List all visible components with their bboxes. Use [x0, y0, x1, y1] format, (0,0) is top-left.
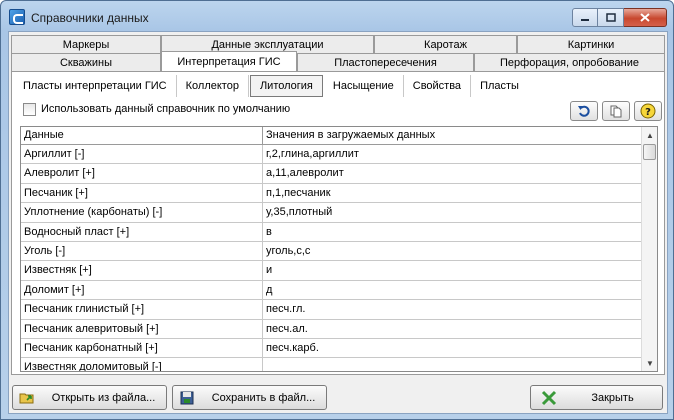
tab-markers[interactable]: Маркеры: [11, 35, 161, 53]
table-row[interactable]: Известняк доломитовый [-]: [21, 358, 642, 371]
table-row[interactable]: Алевролит [+] а,11,алевролит: [21, 164, 642, 184]
cell-data-name[interactable]: Песчаник [+]: [21, 183, 263, 203]
cell-loaded-values[interactable]: уголь,с,с: [263, 241, 642, 261]
copy-document-icon: [610, 105, 622, 118]
cell-loaded-values[interactable]: и: [263, 261, 642, 280]
cell-loaded-values[interactable]: п,1,песчаник: [263, 183, 642, 203]
copy-button[interactable]: [602, 101, 630, 121]
table-row[interactable]: Песчаник [+] п,1,песчаник: [21, 183, 642, 204]
dialog-client: Маркеры Данные эксплуатации Каротаж Карт…: [8, 31, 668, 414]
subtab-layers[interactable]: Пласты: [471, 75, 528, 97]
help-button[interactable]: ?: [634, 101, 662, 121]
tab-intersections[interactable]: Пластопересечения: [297, 53, 474, 71]
minimize-button[interactable]: [572, 8, 598, 27]
save-disk-icon: [180, 391, 194, 404]
scroll-thumb[interactable]: [643, 144, 656, 160]
cell-data-name[interactable]: Известняк доломитовый [-]: [21, 358, 263, 371]
subtab-strip: Пласты интерпретации ГИС Коллектор Литол…: [14, 75, 528, 97]
cell-data-name[interactable]: Алевролит [+]: [21, 164, 263, 183]
minimize-icon: [581, 18, 589, 21]
cell-loaded-values[interactable]: песч.карб.: [263, 338, 642, 358]
use-default-checkbox[interactable]: [23, 103, 36, 116]
tab-gis-interpretation[interactable]: Интерпретация ГИС: [161, 51, 297, 71]
undo-icon: [578, 105, 590, 117]
cell-data-name[interactable]: Известняк [+]: [21, 261, 263, 280]
main-tab-strip: Маркеры Данные эксплуатации Каротаж Карт…: [9, 32, 667, 72]
cell-data-name[interactable]: Уголь [-]: [21, 241, 263, 261]
cell-data-name[interactable]: Песчаник карбонатный [+]: [21, 338, 263, 358]
help-icon: ?: [640, 103, 656, 119]
close-window-button[interactable]: [624, 8, 667, 27]
tab-logging[interactable]: Каротаж: [374, 35, 517, 53]
undo-button[interactable]: [570, 101, 598, 121]
cell-loaded-values[interactable]: г,2,глина,аргиллит: [263, 145, 642, 164]
close-dialog-button[interactable]: Закрыть: [530, 385, 663, 410]
cell-loaded-values[interactable]: в: [263, 222, 642, 241]
maximize-button[interactable]: [598, 8, 624, 27]
subtab-saturation[interactable]: Насыщение: [323, 75, 404, 97]
column-header-data[interactable]: Данные: [21, 127, 263, 145]
save-to-file-button[interactable]: Сохранить в файл...: [172, 385, 327, 410]
table-row[interactable]: Доломит [+] д: [21, 280, 642, 301]
open-from-file-button[interactable]: Открыть из файла...: [12, 385, 167, 410]
table-row[interactable]: Известняк [+] и: [21, 261, 642, 281]
cell-loaded-values[interactable]: [263, 358, 642, 371]
subtab-collector[interactable]: Коллектор: [176, 75, 249, 97]
cell-data-name[interactable]: Аргиллит [-]: [21, 145, 263, 164]
cell-loaded-values[interactable]: а,11,алевролит: [263, 164, 642, 183]
maximize-icon: [605, 13, 616, 22]
scroll-down-arrow-icon[interactable]: ▼: [642, 355, 657, 371]
use-default-label: Использовать данный справочник по умолча…: [41, 103, 291, 115]
options-toolbar: Использовать данный справочник по умолча…: [14, 100, 662, 122]
tab-perforation[interactable]: Перфорация, опробование: [474, 53, 665, 71]
scroll-up-arrow-icon[interactable]: ▲: [642, 127, 657, 143]
cell-loaded-values[interactable]: песч.гл.: [263, 300, 642, 319]
cell-loaded-values[interactable]: у,35,плотный: [263, 203, 642, 222]
table-row[interactable]: Песчаник глинистый [+] песч.гл.: [21, 300, 642, 320]
table-row[interactable]: Аргиллит [-] г,2,глина,аргиллит: [21, 145, 642, 165]
app-window: Справочники данных Маркеры Данные эксплу…: [0, 0, 674, 420]
cell-loaded-values[interactable]: песч.ал.: [263, 319, 642, 338]
lithology-grid: Данные Значения в загружаемых данных Арг…: [20, 126, 658, 372]
cell-data-name[interactable]: Песчаник алевритовый [+]: [21, 319, 263, 338]
column-header-values[interactable]: Значения в загружаемых данных: [263, 127, 642, 145]
cell-data-name[interactable]: Доломит [+]: [21, 280, 263, 300]
tab-pictures[interactable]: Картинки: [517, 35, 665, 53]
app-icon: [9, 9, 25, 25]
close-icon: [640, 13, 650, 22]
cell-data-name[interactable]: Песчаник глинистый [+]: [21, 300, 263, 319]
table-row[interactable]: Песчаник алевритовый [+] песч.ал.: [21, 319, 642, 339]
subtab-lithology[interactable]: Литология: [249, 75, 323, 97]
window-title: Справочники данных: [31, 11, 149, 25]
table-row[interactable]: Уголь [-] уголь,с,с: [21, 241, 642, 262]
subtab-gis-layers[interactable]: Пласты интерпретации ГИС: [14, 75, 177, 97]
cell-data-name[interactable]: Уплотнение (карбонаты) [-]: [21, 203, 263, 222]
table-row[interactable]: Песчаник карбонатный [+] песч.карб.: [21, 338, 642, 359]
table-row[interactable]: Водносный пласт [+] в: [21, 222, 642, 242]
cell-data-name[interactable]: Водносный пласт [+]: [21, 222, 263, 241]
gis-interpretation-panel: Пласты интерпретации ГИС Коллектор Литол…: [11, 71, 665, 375]
grid-vertical-scrollbar[interactable]: ▲ ▼: [641, 127, 657, 371]
close-x-icon: [541, 390, 557, 405]
title-bar[interactable]: Справочники данных: [1, 1, 673, 31]
grid-body: Аргиллит [-] г,2,глина,аргиллит Алевролит …: [21, 145, 642, 371]
subtab-properties[interactable]: Свойства: [403, 75, 472, 97]
table-row[interactable]: Уплотнение (карбонаты) [-] у,35,плотный: [21, 203, 642, 223]
cell-loaded-values[interactable]: д: [263, 280, 642, 300]
open-folder-icon: [19, 393, 34, 403]
grid-header: Данные Значения в загружаемых данных: [21, 127, 642, 145]
svg-text:?: ?: [645, 107, 651, 118]
tab-wells[interactable]: Скважины: [11, 53, 161, 71]
